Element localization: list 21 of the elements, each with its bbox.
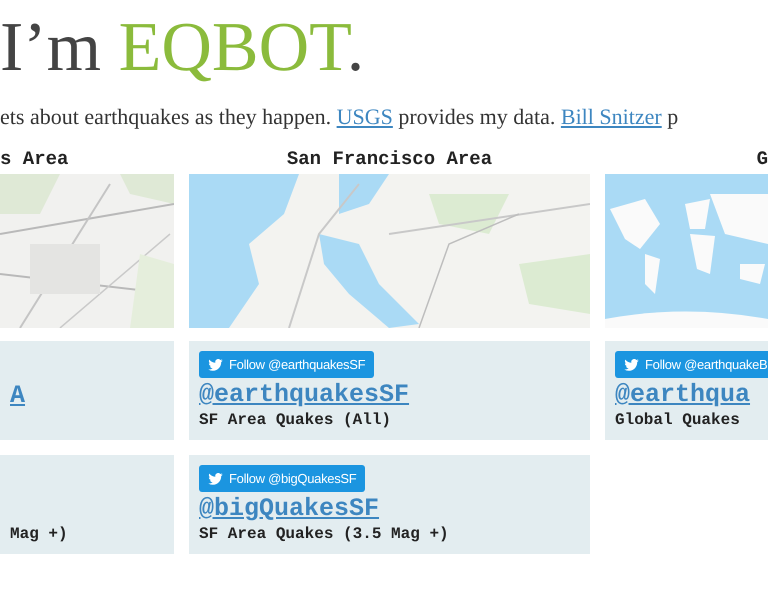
- text-link[interactable]: Bill Snitzer: [560, 104, 662, 129]
- region-title: G: [756, 148, 768, 170]
- bird-icon: [208, 472, 223, 484]
- handle-link[interactable]: A: [10, 381, 26, 411]
- follow-button[interactable]: Follow @earthquakeB: [615, 351, 768, 378]
- card-description: SF Area Quakes (All): [199, 410, 392, 430]
- handle-link[interactable]: @bigQuakesSF: [199, 494, 380, 524]
- follow-button[interactable]: Follow @bigQuakesSF: [199, 465, 366, 492]
- bird-icon: [208, 358, 223, 370]
- text-link[interactable]: USGS: [336, 104, 393, 129]
- region-title: San Francisco Area: [286, 148, 494, 170]
- handle-link[interactable]: @earthqua: [615, 380, 750, 410]
- card-description: SF Area Quakes (3.5 Mag +): [199, 524, 449, 544]
- bird-icon: [624, 358, 639, 370]
- intro-text: ets about earthquakes as they happen. USGS provides my data. Bill Snitzer p: [0, 104, 678, 130]
- page-title: I’m EQBOT.: [0, 8, 364, 88]
- region-title: s Area: [0, 148, 68, 170]
- follow-button[interactable]: Follow @earthquakesSF: [199, 351, 374, 378]
- card-description: Global Quakes: [615, 410, 740, 430]
- handle-link[interactable]: @earthquakesSF: [199, 380, 410, 410]
- card-description: Mag +): [10, 524, 68, 544]
